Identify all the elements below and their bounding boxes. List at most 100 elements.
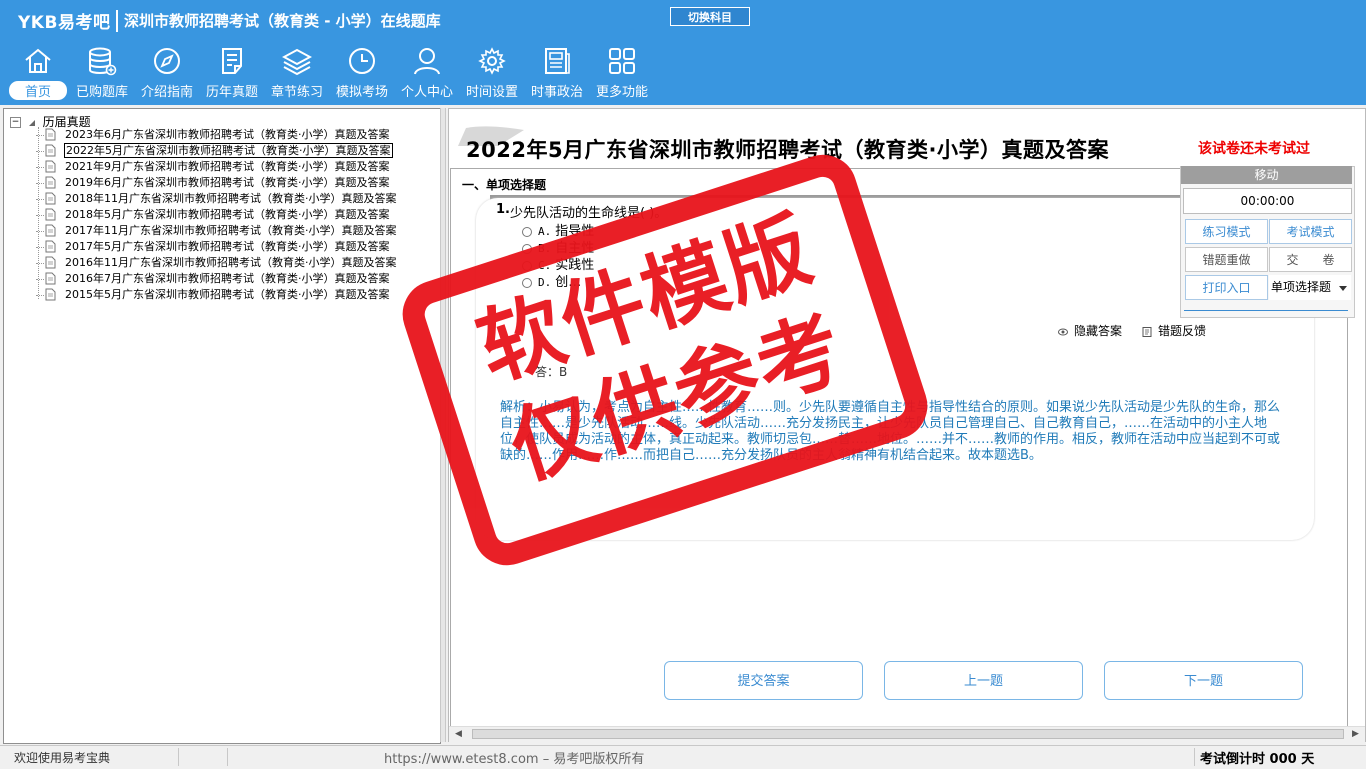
gear-icon [478,47,506,75]
nav-past-papers[interactable]: 历年真题 [200,46,264,104]
nav-label: 更多功能 [595,85,648,100]
tree-branch [36,215,44,216]
tree-item-label: 2023年6月广东省深圳市教师招聘考试（教育类·小学）真题及答案 [65,128,390,141]
previous-question-button[interactable]: 上一题 [884,661,1083,700]
nav-home[interactable]: 首页 [6,46,70,104]
question-number: 1. [496,202,510,217]
tree-item[interactable]: 2022年5月广东省深圳市教师招聘考试（教育类·小学）真题及答案 [36,143,393,159]
tree-item[interactable]: 2017年11月广东省深圳市教师招聘考试（教育类·小学）真题及答案 [36,223,398,239]
layers-icon [282,48,312,76]
paper-file-icon [45,128,56,141]
exam-countdown: 考试倒计时 000 天 [1200,752,1315,767]
paper-title: 2022年5月广东省深圳市教师招聘考试（教育类·小学）真题及答案 [466,138,1110,162]
control-move-handle[interactable]: 移动 [1181,166,1352,184]
tree-item[interactable]: 2017年5月广东省深圳市教师招聘考试（教育类·小学）真题及答案 [36,239,391,255]
paper-file-icon [45,160,56,173]
paper-tree-panel: − 历届真题 2023年6月广东省深圳市教师招聘考试（教育类·小学）真题及答案 2… [3,108,441,744]
status-bar [0,745,1366,769]
nav-mock-exam[interactable]: 模拟考场 [330,46,394,104]
report-error-button[interactable]: 错题反馈 [1142,322,1206,339]
app-title: 深圳市教师招聘考试（教育类 - 小学）在线题库 [124,12,441,30]
clock-icon [349,48,375,74]
tree-branch [36,279,44,280]
tree-item-label: 2019年6月广东省深圳市教师招聘考试（教育类·小学）真题及答案 [65,176,390,189]
status-divider [1194,748,1195,766]
scroll-right-icon[interactable]: ▶ [1352,729,1359,739]
tree-item-label: 2016年11月广东省深圳市教师招聘考试（教育类·小学）真题及答案 [65,256,397,269]
tree-item[interactable]: 2018年5月广东省深圳市教师招聘考试（教育类·小学）真题及答案 [36,207,391,223]
tree-branch [36,231,44,232]
control-panel-edge [1184,310,1348,317]
tree-item[interactable]: 2016年11月广东省深圳市教师招聘考试（教育类·小学）真题及答案 [36,255,398,271]
next-question-button[interactable]: 下一题 [1104,661,1303,700]
collapse-icon[interactable]: − [10,117,21,128]
redo-wrong-button[interactable]: 错题重做 [1185,247,1268,272]
nav-current-affairs[interactable]: 时事政治 [525,46,589,104]
tree-branch [36,247,44,248]
folder-arrow-icon [28,119,35,126]
paper-file-icon [45,240,56,253]
compass-icon [154,48,180,74]
brand-logo: YKB易考吧 [18,13,111,33]
exam-mode-button[interactable]: 考试模式 [1269,219,1352,244]
feedback-icon [1142,326,1152,337]
paper-file-icon [45,176,56,189]
paper-file-icon [45,256,56,269]
grid-icon [609,48,635,74]
user-icon [414,48,440,75]
newspaper-icon [545,48,570,74]
paper-file-icon [45,224,56,237]
status-divider [178,748,179,766]
nav-purchased[interactable]: 已购题库 [70,46,134,104]
tree-item[interactable]: 2021年9月广东省深圳市教师招聘考试（教育类·小学）真题及答案 [36,159,391,175]
submit-paper-button[interactable]: 交 卷 [1269,247,1352,272]
home-icon [25,48,51,73]
practice-mode-button[interactable]: 练习模式 [1185,219,1268,244]
tree-connector [38,127,39,299]
tree-item-label: 2015年5月广东省深圳市教师招聘考试（教育类·小学）真题及答案 [65,288,390,301]
nav-more-functions[interactable]: 更多功能 [590,46,654,104]
paper-file-icon [45,144,56,157]
status-copyright: https://www.etest8.com – 易考吧版权所有 [384,752,645,767]
nav-guide[interactable]: 介绍指南 [135,46,199,104]
tree-item-label: 2022年5月广东省深圳市教师招聘考试（教育类·小学）真题及答案 [64,143,393,158]
paper-file-icon [45,192,56,205]
database-icon [89,47,117,76]
nav-time-settings[interactable]: 时间设置 [460,46,524,104]
exam-timer: 00:00:00 [1183,188,1352,214]
nav-label: 介绍指南 [140,85,193,100]
nav-label: 时间设置 [465,85,518,100]
tree-item[interactable]: 2016年7月广东省深圳市教师招聘考试（教育类·小学）真题及答案 [36,271,391,287]
tree-branch [36,199,44,200]
tree-item[interactable]: 2015年5月广东省深圳市教师招聘考试（教育类·小学）真题及答案 [36,287,391,303]
nav-label: 个人中心 [400,85,453,100]
submit-answer-button[interactable]: 提交答案 [664,661,863,700]
switch-subject-button[interactable]: 切换科目 [670,7,750,26]
nav-label: 历年真题 [205,85,258,100]
paper-file-icon [45,208,56,221]
tree-item[interactable]: 2018年11月广东省深圳市教师招聘考试（教育类·小学）真题及答案 [36,191,398,207]
section-heading: 一、单项选择题 [462,178,547,192]
question-type-select[interactable]: 单项选择题 [1269,275,1351,300]
scroll-left-icon[interactable]: ◀ [455,729,462,739]
nav-personal-center[interactable]: 个人中心 [395,46,459,104]
nav-label: 已购题库 [75,85,128,100]
tree-item-label: 2017年11月广东省深圳市教师招聘考试（教育类·小学）真题及答案 [65,224,397,237]
tree-item[interactable]: 2023年6月广东省深圳市教师招聘考试（教育类·小学）真题及答案 [36,127,391,143]
paper-file-icon [45,288,56,301]
scrollbar-thumb[interactable] [472,729,1344,739]
radio-icon[interactable] [522,226,532,237]
nav-label: 模拟考场 [335,85,388,100]
tree-item[interactable]: 2019年6月广东省深圳市教师招聘考试（教育类·小学）真题及答案 [36,175,391,191]
tree-item-label: 2018年5月广东省深圳市教师招聘考试（教育类·小学）真题及答案 [65,208,390,221]
brand-divider [116,10,118,32]
nav-label: 首页 [9,81,67,100]
print-button[interactable]: 打印入口 [1185,275,1268,300]
tree-item-label: 2016年7月广东省深圳市教师招聘考试（教育类·小学）真题及答案 [65,272,390,285]
tree-branch [36,263,44,264]
nav-chapter-practice[interactable]: 章节练习 [265,46,329,104]
tree-item-label: 2021年9月广东省深圳市教师招聘考试（教育类·小学）真题及答案 [65,160,390,173]
hide-answer-button[interactable]: 隐藏答案 [1058,322,1122,339]
tree-item-label: 2018年11月广东省深圳市教师招聘考试（教育类·小学）真题及答案 [65,192,397,205]
eye-icon [1058,328,1068,335]
